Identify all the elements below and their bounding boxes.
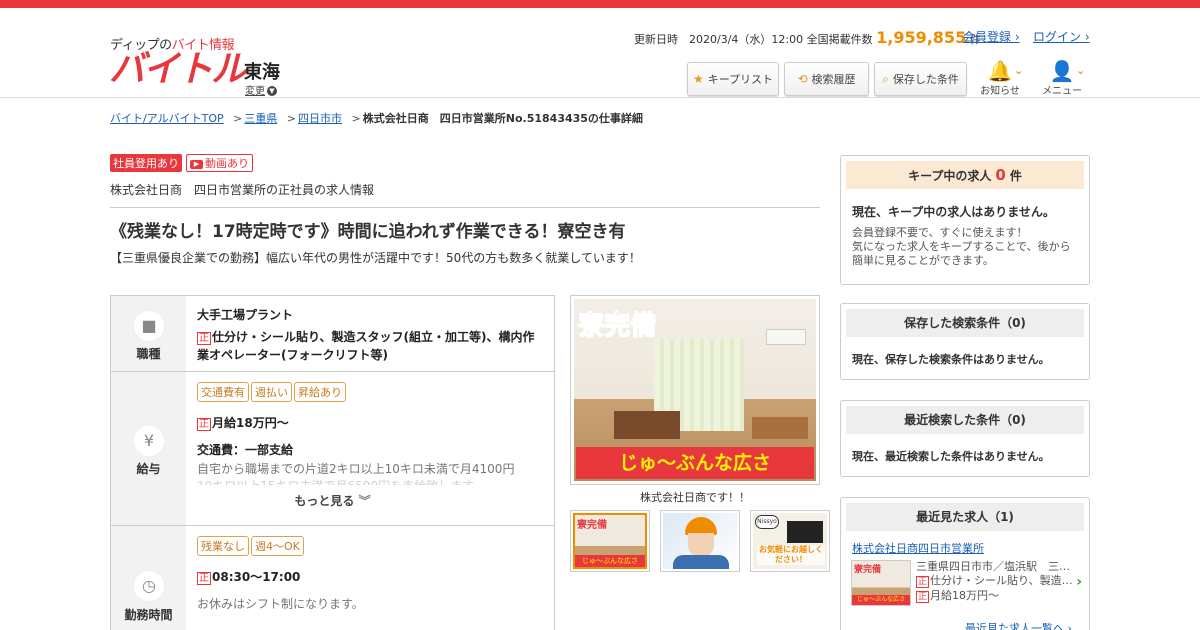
region-change-link[interactable]: 変更 ▼ <box>245 82 277 97</box>
job-subtitle: 【三重県優良企業での勤務】幅広い年代の男性が活躍中です！50代の方も数多く就業し… <box>110 251 641 265</box>
keep-count: 0 <box>995 166 1006 184</box>
thumbnail-2[interactable] <box>660 510 740 572</box>
thumbnail-3[interactable]: Nissyo お気軽にお越しください！ <box>750 510 830 572</box>
job-title: 《残業なし！17時定時です》時間に追われず作業できる！寮空き有 <box>110 222 626 242</box>
recent-job-item[interactable]: 寮完備じゅ〜ぶんな広さ 三重県四日市市／塩浜駅 三重県四日市市 正仕分け・シール… <box>846 560 1084 610</box>
occupation-desc: 仕分け・シール貼り、製造スタッフ(組立・加工等)、構内作業オペレーター(フォーク… <box>197 330 535 362</box>
double-chevron-down-icon: ︾ <box>358 494 371 508</box>
top-accent-bar <box>0 0 1200 8</box>
recent-all-link[interactable]: 最近見た求人一覧へ › <box>965 620 1072 630</box>
photo-caption: 株式会社日商です！！ <box>640 491 750 504</box>
search-icon: ⌕ <box>882 71 889 86</box>
breadcrumb-pref[interactable]: 三重県 <box>244 112 277 125</box>
photo-thumbnails: 寮完備 じゅ〜ぶんな広さ Nissyo お気軽にお越しください！ <box>570 510 830 572</box>
job-tags: 社員登用あり ▶ 動画あり <box>110 154 253 172</box>
thumbnail-1[interactable]: 寮完備 じゅ〜ぶんな広さ <box>570 510 650 572</box>
keep-box: キープ中の求人 0 件 現在、キープ中の求人はありません。 会員登録不要で、すぐに使… <box>840 155 1090 285</box>
recent-search-box: 最近検索した条件（0) 現在、最近検索した条件はありません。 <box>840 400 1090 477</box>
feature-tag: 週4〜OK <box>251 536 304 556</box>
feature-tag: 昇給あり <box>294 382 346 402</box>
chevron-down-icon: ⌄ <box>1014 64 1024 77</box>
play-icon: ▶ <box>190 159 203 169</box>
update-info: 更新日時 2020/3/4（水）12:00 全国掲載件数 1,959,855 件 <box>634 28 981 47</box>
photo-title: 寮完備 <box>577 311 657 342</box>
chevron-right-icon: › <box>1076 574 1082 590</box>
breadcrumb-current: 株式会社日商 四日市営業所No.51843435の仕事詳細 <box>362 112 643 125</box>
total-count: 1,959,855 <box>876 28 967 47</box>
breadcrumb-top[interactable]: バイト/アルバイトTOP <box>110 112 224 125</box>
transport-detail-faded: 10キロ以上15キロ未満で月6500円を支給致します <box>197 477 544 485</box>
saved-conditions-box: 保存した検索条件（0) 現在、保存した検索条件はありません。 <box>840 303 1090 380</box>
main-photo[interactable]: 寮完備 じゅ〜ぶんな広さ <box>570 295 820 485</box>
feature-tag: 交通費有 <box>197 382 249 402</box>
site-logo[interactable]: バイトル <box>109 50 247 90</box>
occupation-row: ■ 職種 大手工場プラント 正仕分け・シール貼り、製造スタッフ(組立・加工等)、… <box>111 296 554 372</box>
divider <box>110 207 820 208</box>
star-icon: ★ <box>692 72 704 86</box>
feature-tag: 週払い <box>251 382 292 402</box>
tag-video[interactable]: ▶ 動画あり <box>186 154 253 172</box>
photo-caption-bar: じゅ〜ぶんな広さ <box>576 447 814 479</box>
yen-icon: ¥ <box>134 426 164 456</box>
site-header: ディップのバイト情報 バイトル 東海 変更 ▼ 更新日時 2020/3/4（水）1… <box>0 8 1200 98</box>
keep-list-button[interactable]: ★ キープリスト <box>687 62 779 96</box>
region-name: 東海 <box>244 62 280 83</box>
salary-value: 月給18万円～ <box>212 416 289 430</box>
feature-tag: 残業なし <box>197 536 249 556</box>
chevron-down-icon: ⌄ <box>1076 64 1086 77</box>
salary-row: ¥ 給与 交通費有 週払い 昇給あり 正月給18万円～ 交通費：一部支給 自宅から職… <box>111 372 554 526</box>
recent-company-link[interactable]: 株式会社日商四日市営業所 <box>852 542 984 555</box>
breadcrumb-city[interactable]: 四日市市 <box>298 112 342 125</box>
member-register-link[interactable]: 会員登録 › <box>963 28 1020 45</box>
show-more-button[interactable]: もっと見る ︾ <box>111 492 554 509</box>
login-link[interactable]: ログイン › <box>1033 28 1090 45</box>
clock-icon: ◷ <box>134 571 164 601</box>
tag-employee: 社員登用あり <box>110 154 182 172</box>
breadcrumb: バイト/アルバイトTOP > 三重県 > 四日市市 > 株式会社日商 四日市営業所No… <box>110 112 643 125</box>
history-icon: ⟲ <box>797 72 808 86</box>
job-info-table: ■ 職種 大手工場プラント 正仕分け・シール貼り、製造スタッフ(組立・加工等)、… <box>110 295 555 630</box>
saved-conditions-button[interactable]: ⌕ 保存した条件 <box>874 62 967 96</box>
chevron-down-icon: ▼ <box>267 86 277 96</box>
hours-note: お休みはシフト制になります。 <box>197 597 364 611</box>
hours-row: ◷ 勤務時間 残業なし 週4〜OK 正 08:30～17:00 お休みはシフト制にな… <box>111 526 554 630</box>
transport-head: 交通費：一部支給 <box>197 443 294 457</box>
recent-thumbnail: 寮完備 じゅ〜ぶんな広さ <box>851 560 911 606</box>
recent-viewed-box: 最近見た求人（1) 株式会社日商四日市営業所 寮完備 じゅ〜ぶんな広さ 三重県四日… <box>840 497 1090 630</box>
hours-value: 08:30～17:00 <box>212 570 301 584</box>
search-history-button[interactable]: ⟲ 検索履歴 <box>784 62 869 96</box>
briefcase-icon: ■ <box>134 311 164 341</box>
company-line: 株式会社日商 四日市営業所の正社員の求人情報 <box>110 183 375 197</box>
occupation-place: 大手工場プラント <box>197 308 294 322</box>
transport-detail: 自宅から職場までの片道2キロ以上10キロ未満で月4100円 <box>197 462 515 476</box>
